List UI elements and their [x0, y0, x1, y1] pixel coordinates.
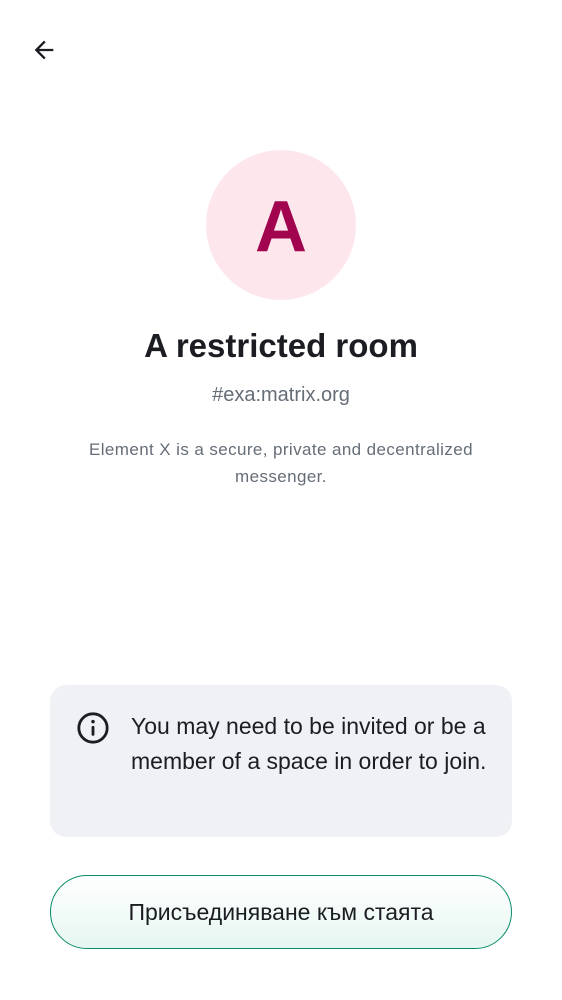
arrow-left-icon [34, 40, 54, 60]
avatar-letter: A [255, 187, 307, 267]
join-restriction-notice: You may need to be invited or be a membe… [50, 685, 512, 837]
back-button[interactable] [22, 28, 66, 72]
info-icon [77, 712, 109, 744]
notice-text: You may need to be invited or be a membe… [131, 713, 487, 774]
room-avatar: A [206, 150, 356, 300]
room-alias: #exa:matrix.org [212, 384, 350, 406]
room-topic: Element X is a secure, private and decen… [89, 440, 473, 486]
room-title: A restricted room [144, 327, 418, 364]
join-room-button[interactable]: Присъединяване към стаята [50, 875, 512, 949]
